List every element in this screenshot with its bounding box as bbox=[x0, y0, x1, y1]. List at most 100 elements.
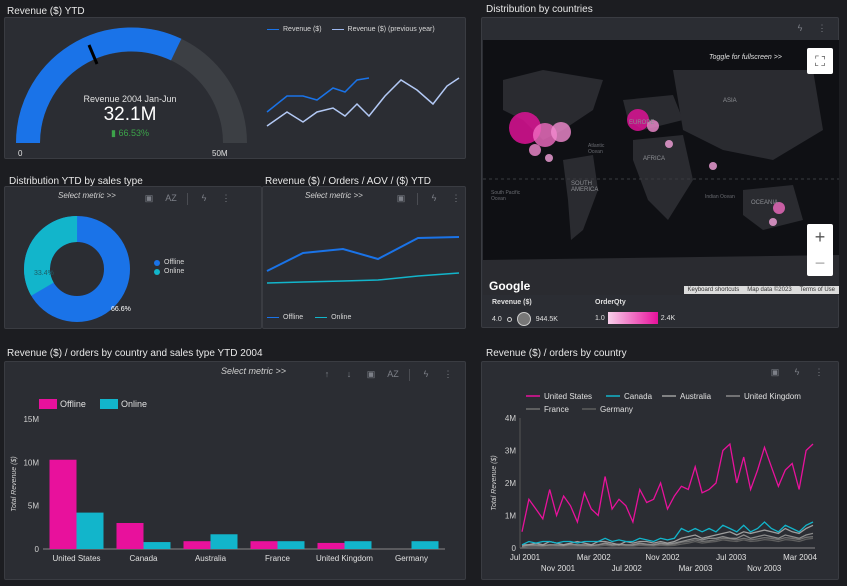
small-circle-icon bbox=[506, 316, 512, 322]
y-tick-label: 1M bbox=[505, 512, 516, 521]
panel-toolbar: ϟ ⋮ bbox=[794, 23, 828, 34]
donut-chart: 66.6% 33.4% bbox=[23, 216, 131, 322]
x-tick-label: United Kingdom bbox=[316, 554, 373, 563]
map-label: Atlantic Ocean bbox=[588, 143, 605, 155]
map-bubble[interactable] bbox=[709, 162, 717, 170]
map-data-text: Map data ©2023 bbox=[747, 287, 792, 293]
zoom-in-button[interactable]: + bbox=[807, 224, 833, 250]
x-tick-label: United States bbox=[52, 554, 100, 563]
y-tick-label: 2M bbox=[505, 479, 516, 488]
more-vert-icon[interactable]: ⋮ bbox=[816, 23, 828, 34]
rev-orders-aov-panel: Select metric >> ▣ ϟ ⋮ Offline Online bbox=[262, 186, 466, 329]
export-icon[interactable]: ▣ bbox=[395, 193, 407, 205]
bar-chart-title: Revenue ($) / orders by country and sale… bbox=[7, 348, 263, 359]
series-line-canada[interactable] bbox=[521, 521, 814, 546]
x-tick-label: France bbox=[265, 554, 290, 563]
map-canvas[interactable]: ASIA EUROPE AFRICA SOUTH AMERICA Atlanti… bbox=[483, 40, 839, 295]
series-line-united-states[interactable] bbox=[521, 442, 814, 532]
south-america-shape bbox=[563, 155, 598, 240]
map-bubble[interactable] bbox=[545, 154, 553, 162]
keyboard-shortcuts-link[interactable]: Keyboard shortcuts bbox=[688, 287, 740, 293]
map-footer: Keyboard shortcuts Map data ©2023 Terms … bbox=[683, 286, 839, 294]
legend-swatch bbox=[100, 399, 118, 409]
donut-online-pct: 33.4% bbox=[34, 270, 54, 277]
bolt-icon[interactable]: ϟ bbox=[794, 23, 806, 34]
legend-qty-title: OrderQty bbox=[595, 299, 626, 306]
line-chart-title: Revenue ($) / orders by country bbox=[486, 348, 627, 359]
bar-online[interactable] bbox=[210, 534, 238, 549]
legend-label: France bbox=[544, 405, 569, 414]
bar-offline[interactable] bbox=[317, 542, 345, 549]
sparkline-chart bbox=[266, 77, 460, 127]
terms-link[interactable]: Terms of Use bbox=[800, 287, 835, 293]
x-tick-label: Mar 2004 bbox=[783, 553, 817, 562]
bar-online[interactable] bbox=[344, 541, 372, 549]
gauge-min-label: 0 bbox=[18, 149, 23, 158]
panel-toolbar: ▣ AZ ϟ ⋮ bbox=[143, 193, 232, 205]
x-tick-label: Canada bbox=[129, 554, 158, 563]
map-label: EUROPE bbox=[629, 120, 655, 126]
y-tick-label: 0 bbox=[35, 545, 40, 554]
legend-item: Online bbox=[154, 268, 184, 275]
export-icon[interactable]: ▣ bbox=[143, 193, 155, 205]
bar-online[interactable] bbox=[143, 542, 171, 549]
legend-label: Australia bbox=[680, 392, 712, 401]
x-tick-label: Mar 2003 bbox=[679, 564, 713, 573]
legend-label: Offline bbox=[60, 399, 86, 409]
toolbar-divider bbox=[187, 193, 188, 205]
bar-online[interactable] bbox=[76, 512, 104, 549]
sort-icon[interactable]: AZ bbox=[165, 193, 177, 205]
map-label: SOUTH AMERICA bbox=[571, 181, 599, 193]
y-tick-label: 10M bbox=[23, 458, 39, 467]
bar-online[interactable] bbox=[411, 541, 439, 549]
map-bubble[interactable] bbox=[529, 144, 541, 156]
color-gradient-bar bbox=[607, 312, 658, 324]
legend-swatch bbox=[39, 399, 57, 409]
legend-item: Revenue ($) (previous year) bbox=[331, 26, 435, 33]
legend-item: Online bbox=[315, 314, 351, 321]
fullscreen-icon[interactable]: ⛶ bbox=[807, 48, 833, 74]
more-vert-icon[interactable]: ⋮ bbox=[450, 193, 462, 205]
x-tick-label: Jul 2002 bbox=[612, 564, 643, 573]
x-tick-label: Nov 2001 bbox=[541, 564, 576, 573]
fullscreen-toggle-text[interactable]: Toggle for fullscreen >> bbox=[709, 54, 782, 61]
offline-line bbox=[266, 236, 460, 272]
large-circle-icon bbox=[516, 312, 531, 326]
y-axis-label: Total Revenue ($) bbox=[491, 455, 498, 510]
map-panel: ϟ ⋮ ASIA EUROPE AFRICA SOUTH AMERICA Atl… bbox=[481, 17, 839, 328]
aov-line-chart bbox=[266, 236, 460, 284]
bar-offline[interactable] bbox=[250, 541, 278, 549]
world-map bbox=[483, 70, 839, 295]
legend-label: Germany bbox=[600, 405, 633, 414]
bolt-icon[interactable]: ϟ bbox=[428, 193, 440, 205]
map-bubble[interactable] bbox=[665, 140, 673, 148]
legend-item: Revenue ($) bbox=[267, 26, 322, 33]
y-axis-label: Total Revenue ($) bbox=[11, 456, 18, 511]
legend-item: Offline bbox=[267, 314, 303, 321]
x-tick-label: Mar 2002 bbox=[577, 553, 611, 562]
bar-offline[interactable] bbox=[49, 459, 77, 549]
bolt-icon[interactable]: ϟ bbox=[198, 193, 210, 205]
toolbar-divider bbox=[417, 193, 418, 205]
more-vert-icon[interactable]: ⋮ bbox=[220, 193, 232, 205]
map-bubble[interactable] bbox=[551, 122, 571, 142]
map-bubble[interactable] bbox=[769, 218, 777, 226]
line-chart-panel: ▣ ϟ ⋮ 0 1M 2M 3M 4M Total Revenue ($) Jul 2001… bbox=[481, 361, 839, 580]
y-tick-label: 4M bbox=[505, 414, 516, 423]
bar-offline[interactable] bbox=[116, 523, 144, 549]
africa-shape bbox=[633, 135, 693, 220]
gauge-change: ▮ 66.53% bbox=[111, 128, 149, 138]
y-tick-label: 3M bbox=[505, 447, 516, 456]
zoom-out-button[interactable]: − bbox=[807, 250, 833, 276]
bar-online[interactable] bbox=[277, 541, 305, 549]
google-logo: Google bbox=[489, 279, 531, 293]
x-tick-label: Jul 2001 bbox=[510, 553, 541, 562]
gauge-label: Revenue 2004 Jan-Jun bbox=[83, 94, 177, 104]
online-line bbox=[266, 272, 460, 284]
legend-qty-scale: 1.0 2.4K bbox=[595, 312, 675, 324]
bar-offline[interactable] bbox=[183, 541, 211, 549]
select-metric-link[interactable]: Select metric >> bbox=[58, 191, 116, 200]
distribution-countries-title: Distribution by countries bbox=[486, 4, 593, 15]
revenue-ytd-title: Revenue ($) YTD bbox=[7, 6, 85, 17]
select-metric-link[interactable]: Select metric >> bbox=[305, 191, 363, 200]
